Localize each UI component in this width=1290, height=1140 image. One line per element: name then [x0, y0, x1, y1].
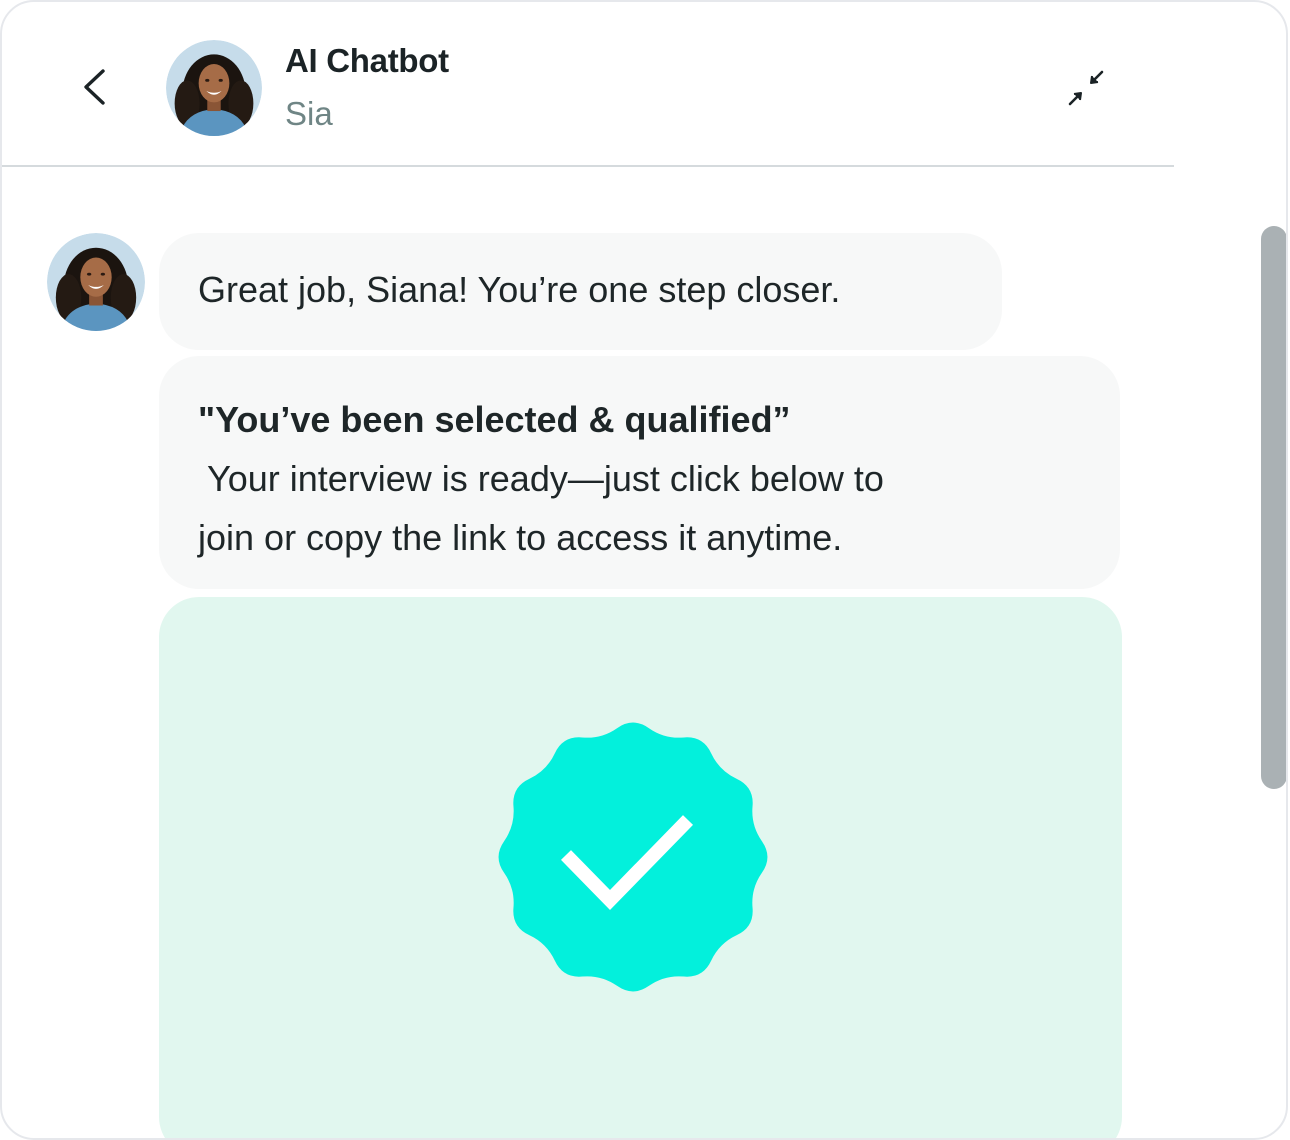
bot-name: Sia — [285, 95, 333, 132]
message-bubble: Great job, Siana! You’re one step closer… — [159, 233, 1002, 350]
avatar — [166, 40, 262, 136]
minimize-arrows-icon — [1068, 70, 1104, 106]
minimize-button[interactable] — [1062, 64, 1110, 112]
message-bubble: "You’ve been selected & qualified” Your … — [159, 356, 1120, 589]
avatar-portrait-icon — [47, 233, 145, 331]
message-text: Great job, Siana! You’re one step closer… — [198, 269, 841, 310]
chat-header: AI Chatbot Sia — [2, 2, 1174, 167]
verified-badge — [492, 716, 774, 998]
back-button[interactable] — [68, 60, 122, 114]
message-avatar — [47, 233, 145, 331]
chevron-left-icon — [84, 69, 105, 105]
verified-badge-check-icon — [498, 722, 768, 992]
chat-title: AI Chatbot — [285, 42, 449, 79]
message-text: join or copy the link to access it anyti… — [198, 517, 843, 558]
message-text: Your interview is ready—just click below… — [207, 458, 884, 499]
message-heading: "You’ve been selected & qualified” — [198, 399, 791, 440]
chat-window: AI Chatbot Sia Great job, Siana! You’re … — [0, 0, 1288, 1140]
avatar-portrait-icon — [166, 40, 262, 136]
scrollbar-thumb[interactable] — [1261, 226, 1286, 789]
